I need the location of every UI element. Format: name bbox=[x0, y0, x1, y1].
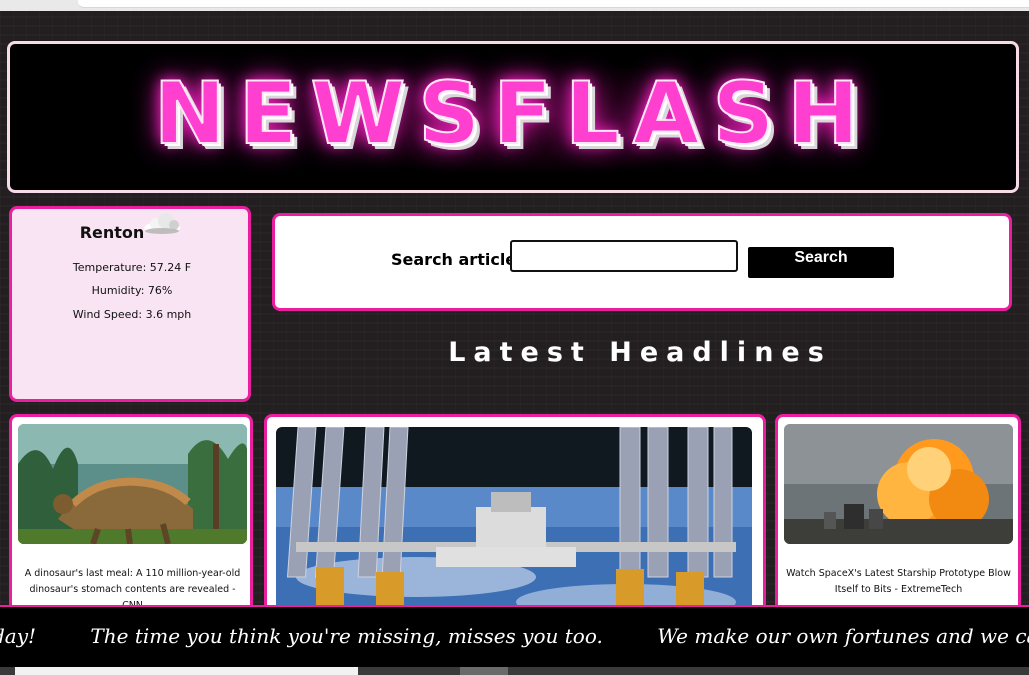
browser-top-strip bbox=[0, 0, 1029, 11]
weather-wind-speed: Wind Speed: 3.6 mph bbox=[72, 308, 192, 321]
search-panel: Search articles: Search bbox=[272, 213, 1012, 311]
header-banner: NEWSFLASH bbox=[7, 41, 1019, 193]
ticker-item: The time you think you're missing, misse… bbox=[90, 624, 603, 648]
quote-ticker: day! The time you think you're missing, … bbox=[0, 605, 1029, 667]
browser-tab-area bbox=[78, 0, 1029, 8]
cloud-icon bbox=[144, 213, 180, 234]
news-card-caption[interactable]: Watch SpaceX's Latest Starship Prototype… bbox=[784, 566, 1013, 598]
news-card-space-station[interactable] bbox=[264, 414, 766, 635]
ticker-line: day! The time you think you're missing, … bbox=[0, 624, 1029, 648]
search-button[interactable]: Search bbox=[748, 247, 894, 278]
weather-widget: Renton Temperature: 57.24 F Humidity: 76… bbox=[9, 206, 251, 402]
taskbar-segment bbox=[460, 667, 508, 675]
starship-explosion-image bbox=[784, 424, 1013, 544]
headlines-title: Latest Headlines bbox=[448, 337, 832, 368]
weather-humidity: Humidity: 76% bbox=[91, 284, 173, 297]
weather-temperature: Temperature: 57.24 F bbox=[72, 261, 192, 274]
space-station-image bbox=[276, 427, 752, 627]
browser-taskbar bbox=[0, 667, 1029, 675]
ticker-item: We make our own fortunes and we call bbox=[657, 624, 1029, 648]
ticker-item: day! bbox=[0, 624, 37, 648]
news-card-spacex[interactable]: Watch SpaceX's Latest Starship Prototype… bbox=[775, 414, 1021, 635]
news-card-dinosaur[interactable]: A dinosaur's last meal: A 110 million-ye… bbox=[9, 414, 253, 635]
search-input[interactable] bbox=[510, 240, 738, 272]
taskbar-segment bbox=[15, 667, 358, 675]
dinosaur-image bbox=[18, 424, 247, 544]
site-logo[interactable]: NEWSFLASH bbox=[10, 63, 1016, 165]
